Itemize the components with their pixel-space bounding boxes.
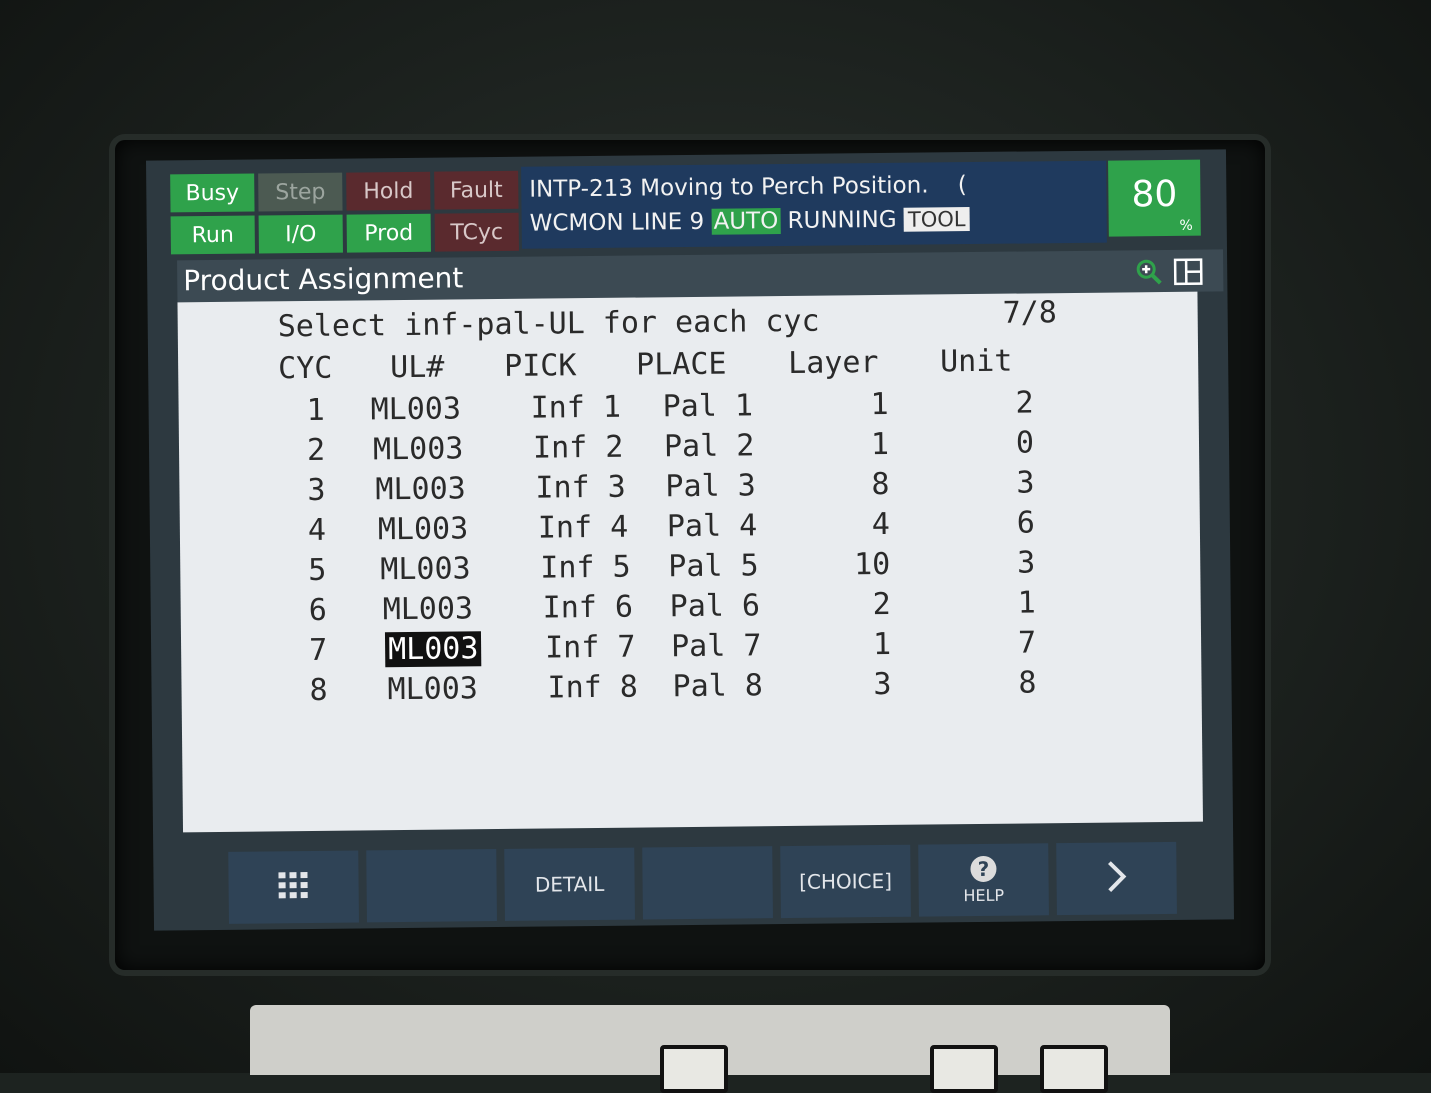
running-status: RUNNING <box>787 207 896 234</box>
tool-frame-badge: TOOL <box>904 207 970 232</box>
auto-mode-badge: AUTO <box>711 208 780 235</box>
hardware-key[interactable] <box>1040 1045 1108 1093</box>
status-tcyc[interactable]: TCyc <box>435 213 519 252</box>
cell-pick: Inf 3 <box>535 470 626 506</box>
cell-unit: 8 <box>1018 665 1036 700</box>
cell-layer: 3 <box>873 667 891 702</box>
cell-ul[interactable]: ML003 <box>370 391 461 427</box>
cell-place: Pal 1 <box>662 388 753 424</box>
hardware-keypad <box>250 1005 1170 1075</box>
f4-key[interactable] <box>642 846 773 919</box>
status-prod[interactable]: Prod <box>347 214 431 253</box>
status-fault[interactable]: Fault <box>434 171 518 210</box>
cell-place: Pal 2 <box>664 428 755 464</box>
cell-cyc: 1 <box>306 393 324 428</box>
help-icon: ? <box>970 855 996 881</box>
speed-override[interactable]: 80 % <box>1108 160 1201 237</box>
cell-pick: Inf 1 <box>530 390 621 426</box>
cell-layer: 8 <box>871 467 889 502</box>
cell-layer: 2 <box>872 587 890 622</box>
product-assignment-table: Select inf-pal-UL for each cyc 7/8 CYC U… <box>177 292 1202 833</box>
cell-pick: Inf 5 <box>540 550 631 586</box>
screen-title: Product Assignment <box>183 261 463 297</box>
page-indicator: 7/8 <box>1002 295 1057 331</box>
cell-ul[interactable]: ML003 <box>378 511 469 547</box>
cell-layer: 1 <box>873 627 891 662</box>
col-header-cyc: CYC <box>278 351 333 387</box>
cell-layer: 1 <box>870 387 888 422</box>
hardware-key[interactable] <box>660 1045 728 1093</box>
hardware-key[interactable] <box>930 1045 998 1093</box>
cell-place: Pal 4 <box>667 508 758 544</box>
status-busy[interactable]: Busy <box>170 174 254 213</box>
status-step[interactable]: Step <box>258 173 342 212</box>
cell-ul[interactable]: ML003 <box>380 551 471 587</box>
cell-ul[interactable]: ML003 <box>375 471 466 507</box>
cell-cyc: 3 <box>307 473 325 508</box>
cell-pick: Inf 8 <box>547 670 638 706</box>
cell-cyc: 7 <box>309 633 327 668</box>
cell-place: Pal 3 <box>665 468 756 504</box>
instruction-text: Select inf-pal-UL for each cyc <box>278 304 820 345</box>
detail-key-label: DETAIL <box>535 872 605 897</box>
cell-unit: 2 <box>1015 385 1033 420</box>
cell-place: Pal 8 <box>672 668 763 704</box>
cell-cyc: 6 <box>309 593 327 628</box>
choice-key-label: [CHOICE] <box>799 869 892 894</box>
col-header-pick: PICK <box>504 348 577 384</box>
function-key-bar: DETAIL [CHOICE] ? HELP <box>228 841 1234 930</box>
alarm-message-box[interactable]: INTP-213 Moving to Perch Position. ( WCM… <box>521 161 1107 249</box>
cell-cyc: 2 <box>307 433 325 468</box>
cell-place: Pal 6 <box>670 588 761 624</box>
cell-cyc: 5 <box>308 553 326 588</box>
message-program: WCMON LINE 9 <box>530 209 705 237</box>
cell-pick: Inf 7 <box>545 630 636 666</box>
cell-pick: Inf 6 <box>543 590 634 626</box>
menu-key[interactable] <box>228 850 359 923</box>
override-value: 80 <box>1108 174 1200 216</box>
cell-unit: 3 <box>1016 465 1034 500</box>
help-key[interactable]: ? HELP <box>918 843 1049 916</box>
cell-place: Pal 5 <box>668 548 759 584</box>
message-line-2: WCMON LINE 9 AUTO RUNNING TOOL <box>530 201 1099 241</box>
cell-ul[interactable]: ML003 <box>373 431 464 467</box>
help-key-label: HELP <box>963 885 1004 904</box>
chevron-right-icon <box>1103 858 1129 899</box>
col-header-unit: Unit <box>940 344 1013 380</box>
grid-icon <box>276 869 310 904</box>
cell-layer: 1 <box>871 427 889 462</box>
detail-key[interactable]: DETAIL <box>504 848 635 921</box>
choice-key[interactable]: [CHOICE] <box>780 845 911 918</box>
col-header-ul: UL# <box>390 350 445 386</box>
status-io[interactable]: I/O <box>259 215 343 254</box>
cell-place: Pal 7 <box>671 628 762 664</box>
next-key[interactable] <box>1056 842 1177 915</box>
cell-layer: 10 <box>854 547 890 582</box>
cell-pick: Inf 2 <box>533 430 624 466</box>
cell-ul[interactable]: ML003 <box>387 671 478 707</box>
col-header-place: PLACE <box>636 347 727 383</box>
cell-unit: 1 <box>1017 585 1035 620</box>
status-run[interactable]: Run <box>171 216 255 255</box>
teach-pendant-screen: Busy Step Hold Fault Run I/O Prod TCyc I… <box>146 149 1234 930</box>
cell-cyc: 8 <box>309 673 327 708</box>
cell-unit: 7 <box>1018 625 1036 660</box>
cell-unit: 0 <box>1016 425 1034 460</box>
cell-layer: 4 <box>872 507 890 542</box>
cell-pick: Inf 4 <box>538 510 629 546</box>
override-unit: % <box>1179 218 1192 234</box>
col-header-layer: Layer <box>788 345 879 381</box>
cell-ul[interactable]: ML003 <box>385 631 482 667</box>
cell-cyc: 4 <box>308 513 326 548</box>
status-hold[interactable]: Hold <box>346 172 430 211</box>
cell-unit: 6 <box>1017 505 1035 540</box>
f2-key[interactable] <box>366 849 497 922</box>
cell-ul[interactable]: ML003 <box>383 591 474 627</box>
cell-unit: 3 <box>1017 545 1035 580</box>
